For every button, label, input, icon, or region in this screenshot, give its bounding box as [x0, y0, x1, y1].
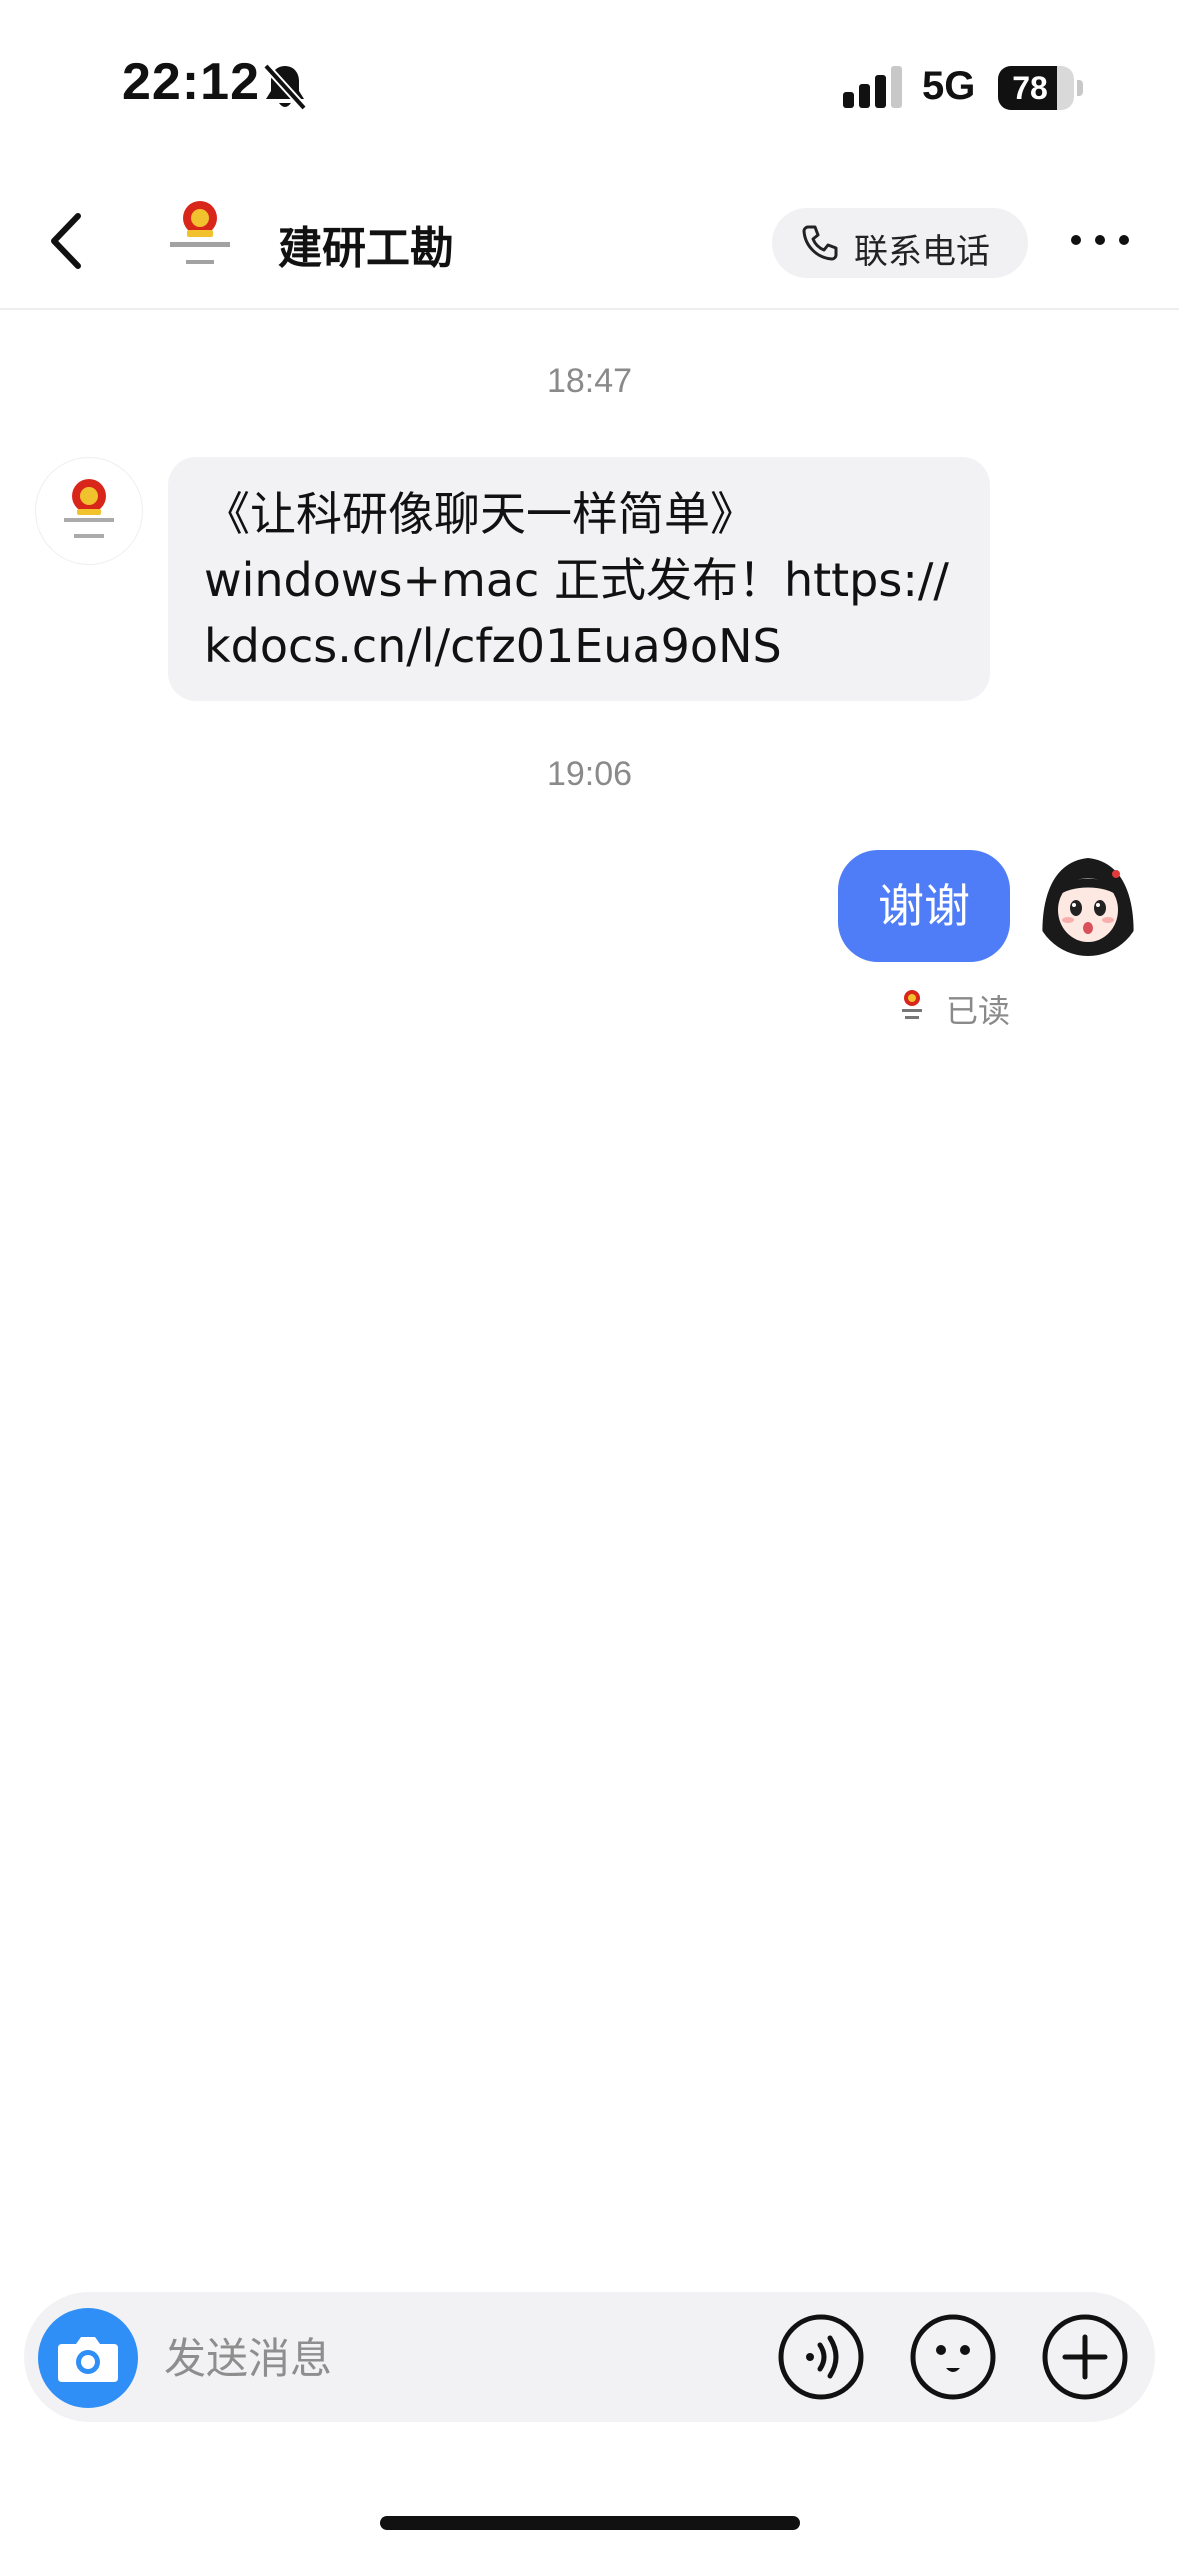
battery-cap	[1077, 80, 1083, 96]
back-chevron-icon[interactable]	[40, 206, 100, 276]
network-label: 5G	[922, 64, 976, 108]
battery-icon: 78	[998, 66, 1074, 110]
contact-phone-label: 联系电话	[854, 232, 990, 272]
contact-phone-button[interactable]: 联系电话	[772, 208, 1028, 278]
incoming-message-text: 《让科研像聊天一样简单》 windows+mac 正式发布！https:// k…	[204, 487, 949, 673]
outgoing-message-text: 谢谢	[878, 879, 970, 933]
camera-icon	[58, 2337, 118, 2382]
camera-button[interactable]	[38, 2308, 138, 2408]
incoming-message-bubble[interactable]: 《让科研像聊天一样简单》 windows+mac 正式发布！https:// k…	[168, 457, 990, 701]
message-input[interactable]	[162, 2322, 766, 2394]
status-bar: 22:12 5G 78	[0, 0, 1179, 170]
more-icon[interactable]	[1068, 220, 1132, 260]
chat-header: 建研工勘 联系电话	[0, 170, 1179, 310]
message-timestamp: 18:47	[546, 362, 633, 400]
outgoing-message-bubble[interactable]: 谢谢	[838, 850, 1010, 962]
read-status-label: 已读	[946, 992, 1011, 1030]
reader-avatar	[902, 990, 922, 1019]
phone-icon	[802, 225, 838, 261]
emblem-icon	[64, 479, 114, 538]
message-timestamp: 19:06	[546, 755, 633, 793]
battery-level: 78	[1012, 70, 1048, 106]
sender-avatar[interactable]	[36, 458, 142, 564]
status-time: 22:12	[122, 53, 260, 111]
my-avatar[interactable]	[1034, 848, 1142, 956]
signal-icon	[843, 66, 902, 108]
message-composer	[24, 2292, 1155, 2422]
read-receipt: 已读	[892, 980, 1032, 1030]
home-indicator[interactable]	[380, 2516, 800, 2530]
anime-avatar-image	[1034, 848, 1142, 956]
voice-icon[interactable]	[776, 2312, 866, 2402]
bell-off-icon	[263, 63, 307, 111]
emoji-icon[interactable]	[908, 2312, 998, 2402]
contact-avatar[interactable]	[150, 188, 250, 288]
chat-title: 建研工勘	[278, 223, 454, 274]
plus-icon[interactable]	[1040, 2312, 1130, 2402]
